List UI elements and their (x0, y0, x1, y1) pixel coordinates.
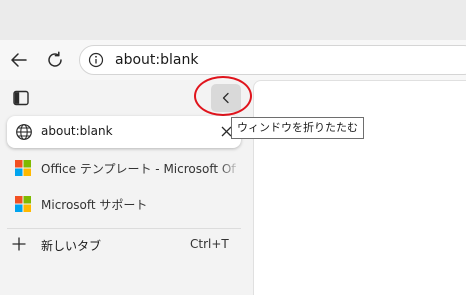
page-content (253, 80, 466, 295)
tab-title: Microsoft サポート (41, 198, 148, 212)
refresh-icon (48, 51, 62, 67)
annotation-circle (194, 76, 252, 116)
new-tab-shortcut: Ctrl+T (190, 237, 229, 251)
address-bar[interactable]: about:blank (79, 45, 466, 75)
back-button[interactable] (3, 44, 35, 76)
back-arrow-icon (11, 53, 27, 67)
tab-title-fade (219, 153, 241, 183)
microsoft-logo-icon (15, 196, 31, 212)
globe-icon (16, 124, 32, 140)
plus-icon (12, 237, 26, 251)
collapse-tooltip: ウィンドウを折りたたむ (231, 117, 364, 139)
address-url[interactable]: about:blank (115, 52, 198, 68)
new-tab-button[interactable]: 新しいタブ Ctrl+T (7, 234, 241, 258)
tab-active-title: about:blank (41, 124, 113, 138)
tab-active[interactable]: about:blank (7, 116, 241, 148)
vertical-tabs-icon[interactable] (12, 89, 30, 107)
sidebar-divider (7, 228, 241, 229)
refresh-button[interactable] (39, 44, 71, 76)
title-bar (0, 0, 466, 40)
tab-title: Office テンプレート - Microsoft Office の (41, 162, 236, 176)
tab-microsoft-support[interactable]: Microsoft サポート (7, 189, 241, 219)
new-tab-label: 新しいタブ (41, 239, 102, 253)
info-icon[interactable] (88, 52, 104, 68)
microsoft-logo-icon (15, 160, 31, 176)
tab-office-templates[interactable]: Office テンプレート - Microsoft Office の (7, 153, 241, 183)
